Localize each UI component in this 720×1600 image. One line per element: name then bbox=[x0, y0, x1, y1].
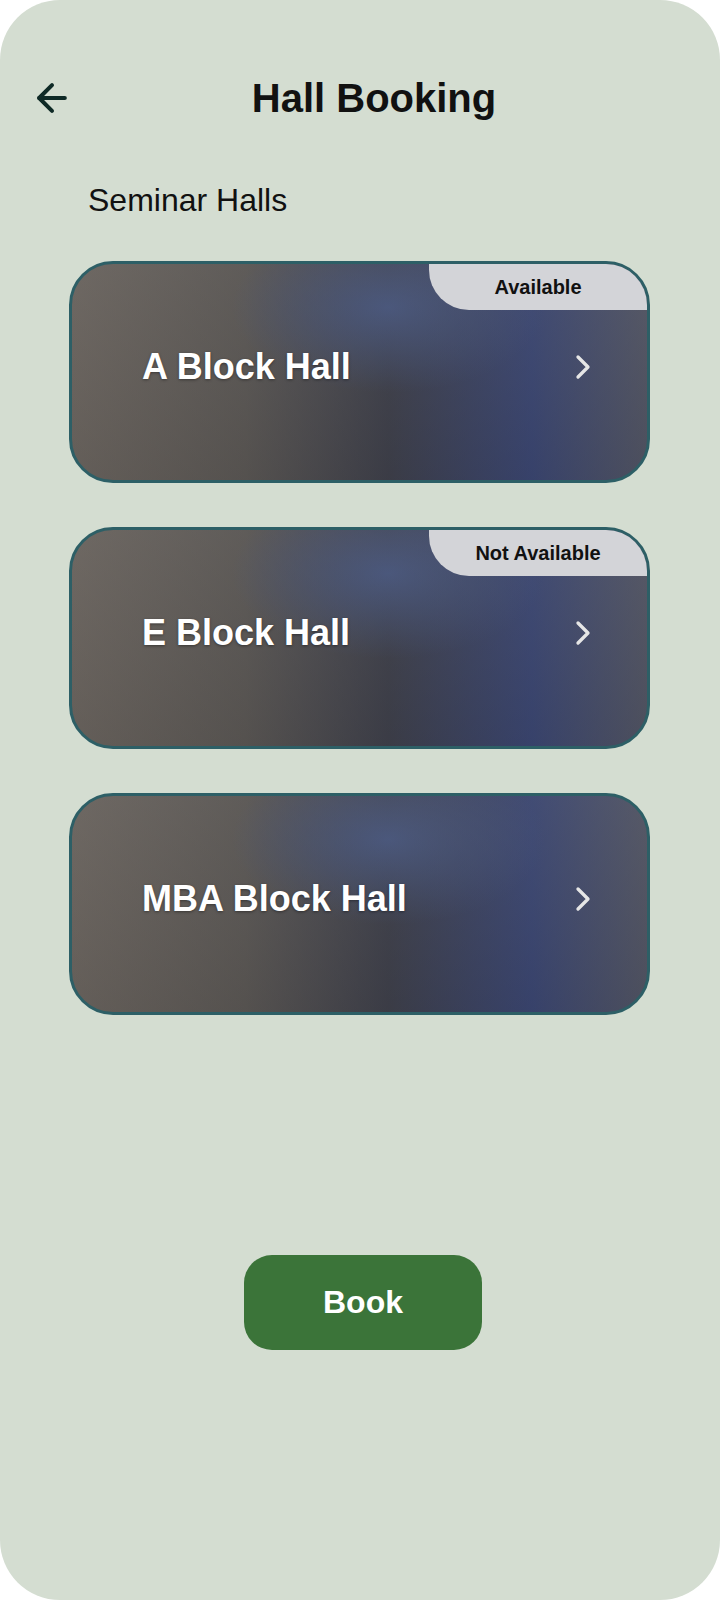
hall-booking-screen: Hall Booking Seminar Halls A Block Hall Ava… bbox=[0, 0, 720, 1600]
section-title: Seminar Halls bbox=[88, 182, 720, 219]
hall-card[interactable]: A Block Hall Available bbox=[69, 261, 650, 483]
availability-badge: Available bbox=[429, 264, 647, 310]
availability-badge: Not Available bbox=[429, 530, 647, 576]
hall-name: A Block Hall bbox=[142, 346, 351, 388]
hall-card[interactable]: E Block Hall Not Available bbox=[69, 527, 650, 749]
hall-name: MBA Block Hall bbox=[142, 878, 407, 920]
chevron-right-icon bbox=[563, 347, 603, 387]
chevron-right-icon bbox=[563, 879, 603, 919]
hall-card[interactable]: MBA Block Hall bbox=[69, 793, 650, 1015]
book-button[interactable]: Book bbox=[244, 1255, 482, 1350]
page-title: Hall Booking bbox=[118, 76, 630, 121]
header: Hall Booking bbox=[0, 64, 720, 132]
arrow-left-icon bbox=[30, 76, 74, 120]
chevron-right-icon bbox=[563, 613, 603, 653]
back-button[interactable] bbox=[28, 74, 76, 122]
hall-name: E Block Hall bbox=[142, 612, 350, 654]
hall-list: A Block Hall Available E Block Hall Not Ava… bbox=[69, 261, 650, 1015]
